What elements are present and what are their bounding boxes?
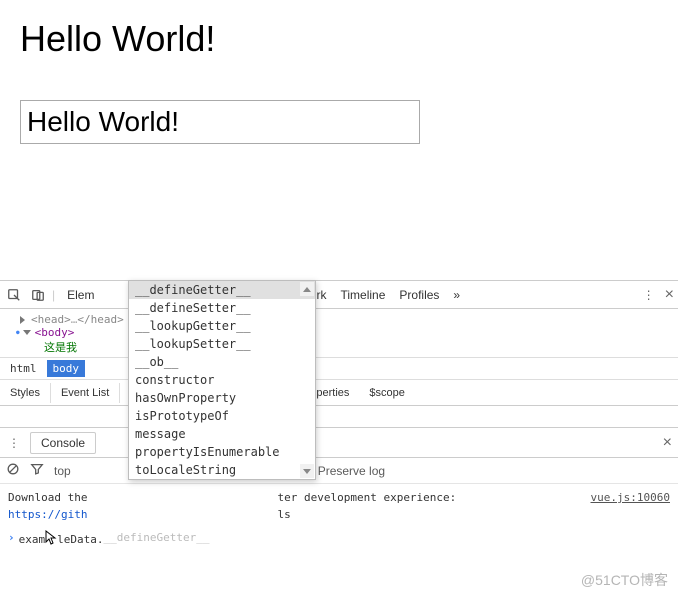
inspect-icon[interactable] bbox=[4, 285, 24, 305]
page-heading: Hello World! bbox=[20, 18, 658, 60]
ac-item[interactable]: __defineSetter__ bbox=[129, 299, 315, 317]
console-output[interactable]: Download theter development experience: … bbox=[0, 484, 678, 555]
preserve-log-label: Preserve log bbox=[318, 464, 385, 478]
clear-console-icon[interactable] bbox=[6, 462, 20, 479]
console-drawer-header: ⋮ Console × bbox=[0, 428, 678, 458]
crumb-body[interactable]: body bbox=[47, 360, 86, 377]
selection-dot-icon: ● bbox=[16, 329, 20, 336]
body-comment: 这是我 bbox=[44, 339, 77, 355]
console-prompt[interactable]: › exam leData. __defineGetter__ bbox=[8, 527, 670, 549]
msg-text-1b: ter development experience: bbox=[277, 491, 456, 504]
watermark: @51CTO博客 bbox=[581, 570, 668, 590]
msg-source[interactable]: vue.js:10060 bbox=[571, 490, 670, 507]
kebab-icon[interactable]: ⋮ bbox=[643, 288, 655, 302]
console-context[interactable]: top bbox=[54, 464, 71, 478]
ac-item[interactable]: message bbox=[129, 425, 315, 443]
tab-timeline[interactable]: Timeline bbox=[340, 288, 385, 302]
scroll-down-icon[interactable] bbox=[300, 464, 314, 478]
message-input[interactable] bbox=[20, 100, 420, 144]
msg-text-1a: Download the bbox=[8, 491, 87, 504]
expand-icon[interactable] bbox=[20, 316, 25, 324]
tab-profiles[interactable]: Profiles bbox=[399, 288, 439, 302]
subtab-styles[interactable]: Styles bbox=[0, 383, 51, 403]
ac-item[interactable]: constructor bbox=[129, 371, 315, 389]
device-toggle-icon[interactable] bbox=[28, 285, 48, 305]
ac-item[interactable]: __lookupGetter__ bbox=[129, 317, 315, 335]
scroll-up-icon[interactable] bbox=[300, 282, 314, 296]
filter-icon[interactable] bbox=[30, 462, 44, 479]
console-kebab-icon[interactable]: ⋮ bbox=[6, 436, 22, 450]
console-close-icon[interactable]: × bbox=[663, 434, 672, 452]
subtab-event[interactable]: Event List bbox=[51, 383, 120, 403]
ac-item[interactable]: __defineGetter__ bbox=[129, 281, 315, 299]
page-content: Hello World! bbox=[0, 0, 678, 162]
tabs-overflow[interactable]: » bbox=[453, 288, 460, 302]
console-filter-bar: top Preserve log bbox=[0, 458, 678, 484]
elements-tree[interactable]: <head>…</head> ● <body> 这是我 bbox=[0, 309, 678, 357]
tab-elements[interactable]: Elem bbox=[67, 288, 94, 302]
styles-tabs: Styles Event List operties $scope bbox=[0, 380, 678, 406]
crumb-html[interactable]: html bbox=[4, 360, 43, 377]
prompt-typed: exam bbox=[19, 533, 46, 546]
styles-body bbox=[0, 406, 678, 428]
head-tag[interactable]: <head>…</head> bbox=[31, 313, 124, 326]
subtab-scope[interactable]: $scope bbox=[359, 383, 414, 403]
collapse-icon[interactable] bbox=[23, 330, 31, 335]
msg-url[interactable]: https://gith bbox=[8, 508, 87, 521]
console-message: Download theter development experience: … bbox=[8, 490, 670, 507]
prompt-typed-rest: leData. bbox=[57, 533, 103, 546]
console-tab[interactable]: Console bbox=[30, 432, 96, 454]
close-icon[interactable]: × bbox=[665, 286, 674, 304]
body-tag[interactable]: <body> bbox=[35, 326, 75, 339]
ac-item[interactable]: isPrototypeOf bbox=[129, 407, 315, 425]
ac-item[interactable]: __lookupSetter__ bbox=[129, 335, 315, 353]
prompt-caret-icon: › bbox=[8, 530, 15, 547]
devtools-top-bar: | Elem Network Timeline Profiles » ⋮ × bbox=[0, 281, 678, 309]
ac-item[interactable]: hasOwnProperty bbox=[129, 389, 315, 407]
devtools-panel: | Elem Network Timeline Profiles » ⋮ × <… bbox=[0, 280, 678, 596]
devtools-tabs: Elem bbox=[67, 288, 94, 302]
dom-breadcrumb: html body bbox=[0, 357, 678, 380]
msg-text-2b: ls bbox=[277, 508, 290, 521]
ac-item[interactable]: toLocaleString bbox=[129, 461, 315, 479]
ac-item[interactable]: __ob__ bbox=[129, 353, 315, 371]
prompt-ghost: __defineGetter__ bbox=[103, 530, 209, 547]
ac-item[interactable]: propertyIsEnumerable bbox=[129, 443, 315, 461]
console-message: https://gith ls bbox=[8, 507, 670, 524]
autocomplete-dropdown[interactable]: __defineGetter__ __defineSetter__ __look… bbox=[128, 280, 316, 480]
mouse-cursor-icon bbox=[45, 530, 57, 546]
